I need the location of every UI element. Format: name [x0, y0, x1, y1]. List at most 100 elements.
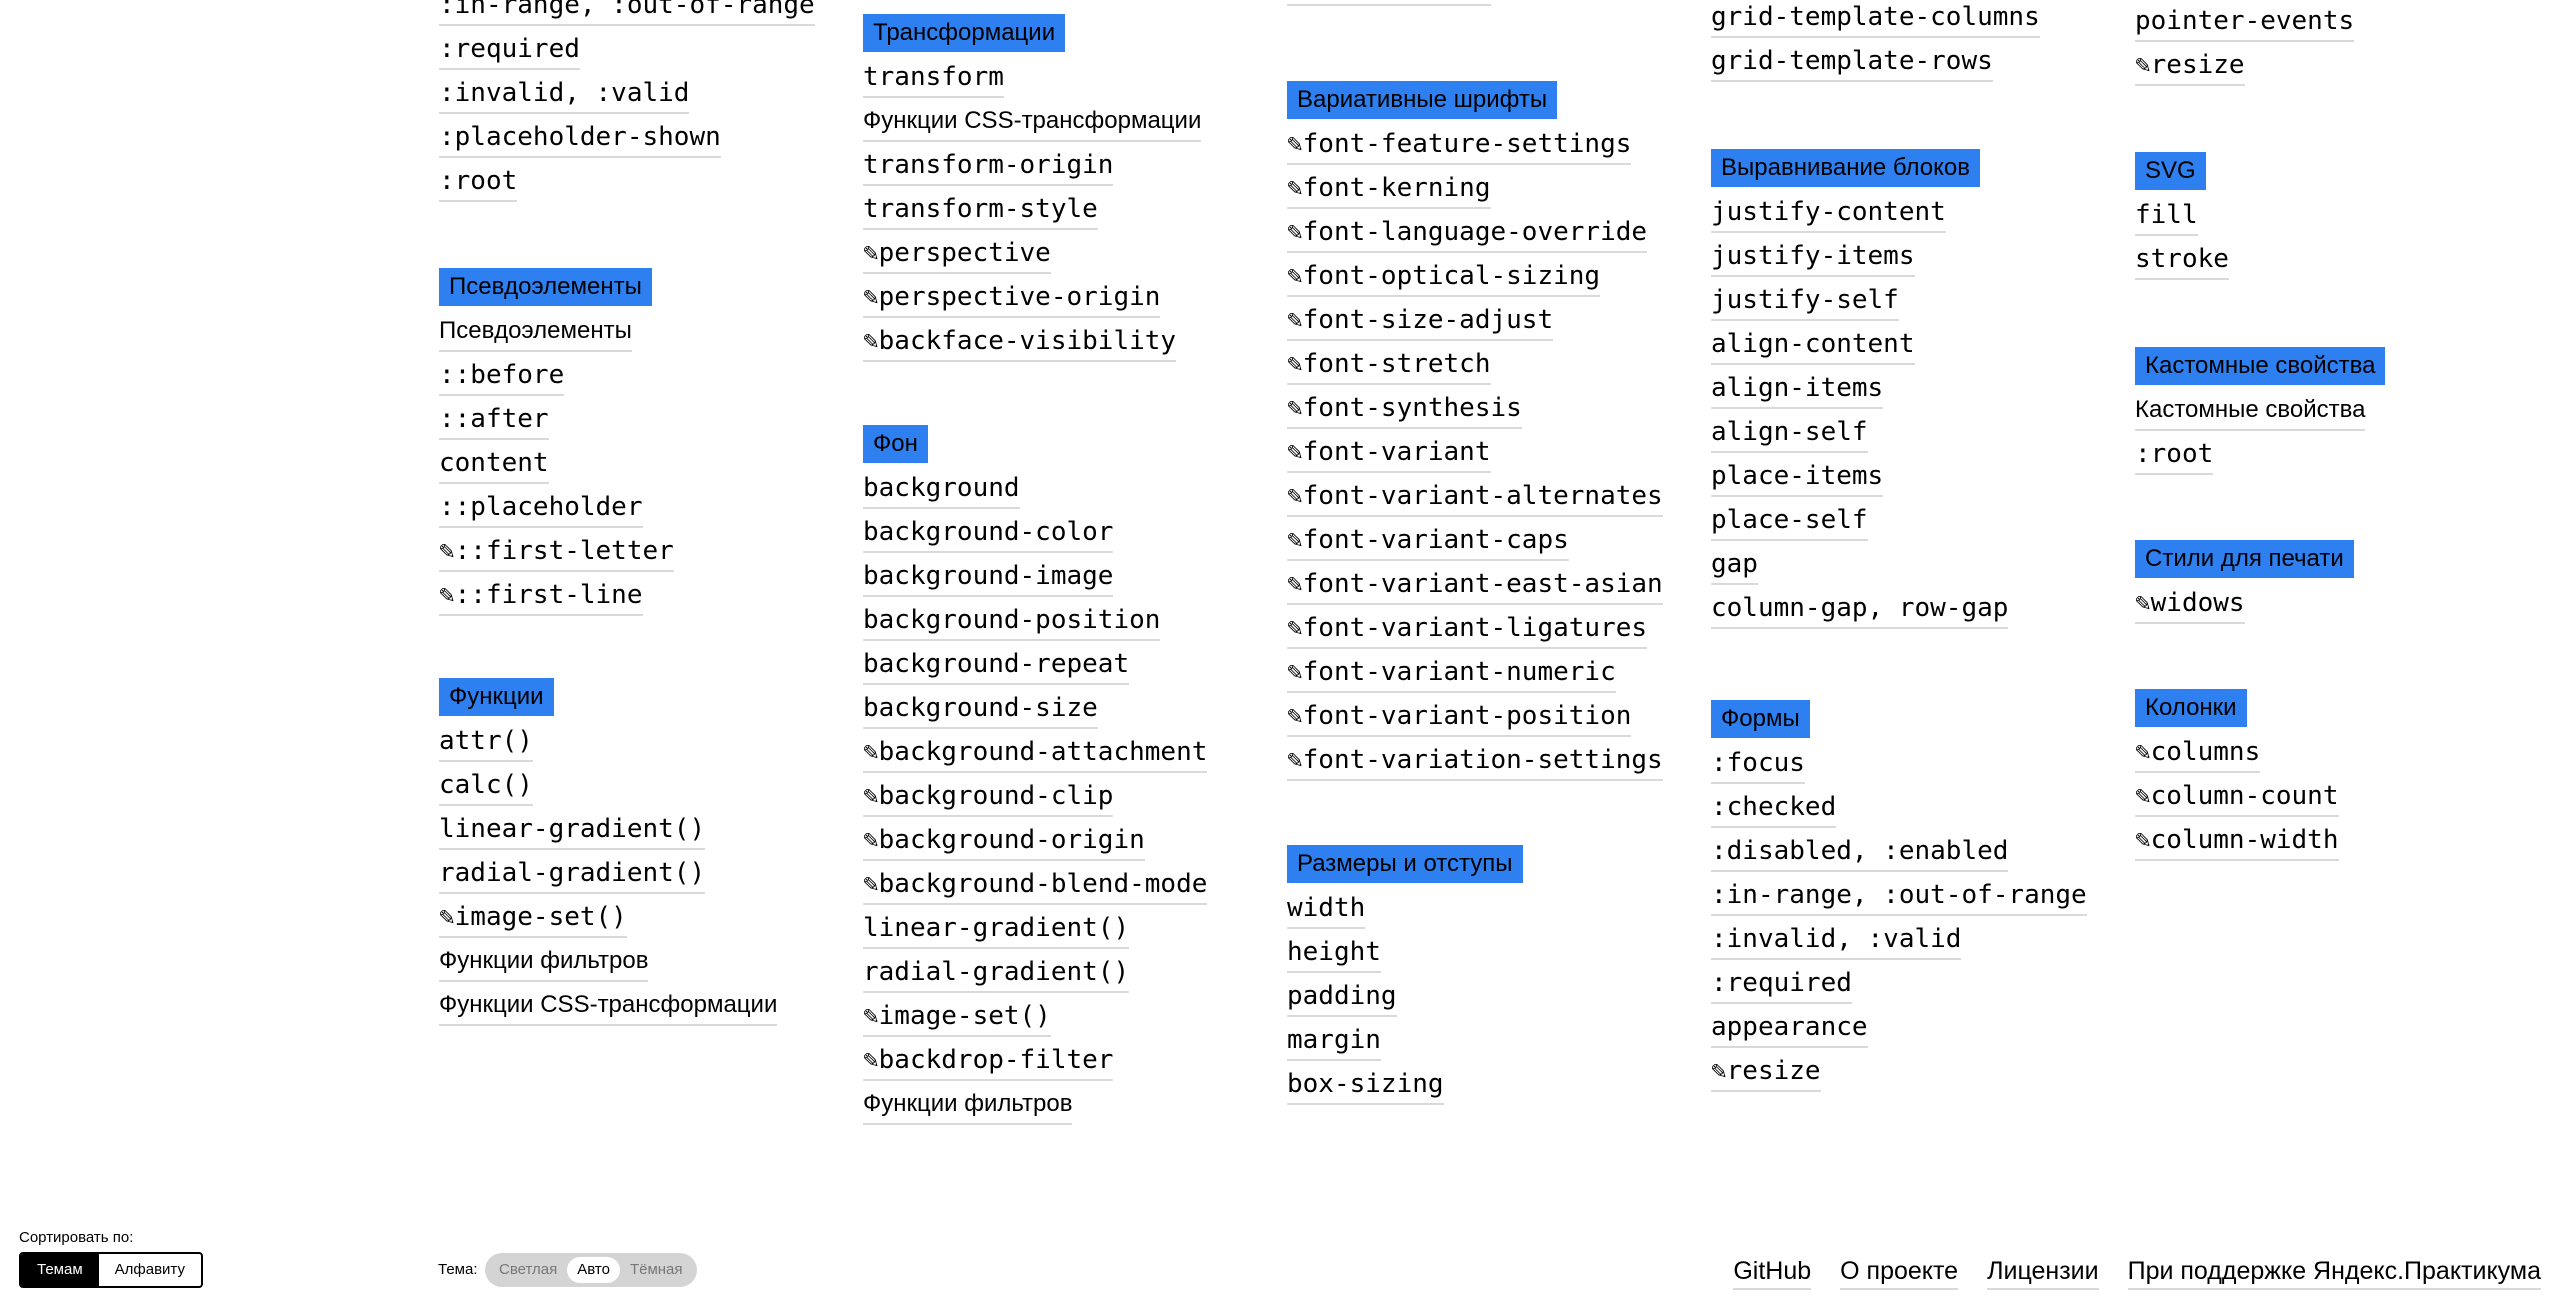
- index-link[interactable]: ✎image-set(): [439, 898, 627, 938]
- index-link[interactable]: ✎font-variant-ligatures: [1287, 609, 1648, 649]
- index-link[interactable]: calc(): [439, 766, 533, 806]
- index-link[interactable]: background: [863, 469, 1020, 509]
- index-link[interactable]: ✎font-synthesis: [1287, 389, 1522, 429]
- index-link[interactable]: column-gap, row-gap: [1711, 589, 2009, 629]
- index-link[interactable]: ✎column-count: [2135, 777, 2339, 817]
- index-link[interactable]: align-content: [1711, 325, 1915, 365]
- index-link[interactable]: align-items: [1711, 369, 1884, 409]
- index-link[interactable]: Псевдоэлементы: [439, 312, 632, 352]
- index-link[interactable]: linear-gradient(): [439, 810, 706, 850]
- index-link[interactable]: ✎font-variant-numeric: [1287, 653, 1616, 693]
- index-link[interactable]: ✎font-kerning: [1287, 169, 1491, 209]
- index-link[interactable]: ✎font-language-override: [1287, 213, 1648, 253]
- index-link[interactable]: ✎background-attachment: [863, 733, 1208, 773]
- index-link[interactable]: radial-gradient(): [439, 854, 706, 894]
- index-link[interactable]: ✎column-width: [2135, 821, 2339, 861]
- theme-light-button[interactable]: Светлая: [489, 1257, 567, 1283]
- index-link[interactable]: place-self: [1711, 501, 1868, 541]
- index-link[interactable]: ✎font-feature-settings: [1287, 125, 1632, 165]
- index-link[interactable]: height: [1287, 933, 1381, 973]
- index-link[interactable]: :required: [1711, 964, 1852, 1004]
- index-link[interactable]: ✎font-variant-caps: [1287, 521, 1569, 561]
- index-link[interactable]: background-color: [863, 513, 1114, 553]
- theme-dark-button[interactable]: Тёмная: [620, 1257, 693, 1283]
- index-link[interactable]: ✎background-origin: [863, 821, 1145, 861]
- index-link[interactable]: ✎font-size-adjust: [1287, 301, 1554, 341]
- index-link[interactable]: :in-range, :out-of-range: [439, 0, 815, 26]
- index-link[interactable]: ✎perspective: [863, 234, 1051, 274]
- index-link[interactable]: ✎background-blend-mode: [863, 865, 1208, 905]
- index-link[interactable]: justify-content: [1711, 193, 1946, 233]
- index-link[interactable]: margin: [1287, 1021, 1381, 1061]
- index-link[interactable]: Кастомные свойства: [2135, 391, 2366, 431]
- index-link[interactable]: background-image: [863, 557, 1114, 597]
- index-link[interactable]: width: [1287, 889, 1366, 929]
- index-link[interactable]: ✎perspective-origin: [863, 278, 1161, 318]
- index-link[interactable]: fill: [2135, 196, 2198, 236]
- index-link[interactable]: appearance: [1711, 1008, 1868, 1048]
- index-link[interactable]: ✎font-variant-position: [1287, 697, 1632, 737]
- index-link[interactable]: transform: [863, 58, 1004, 98]
- footer-link-sponsor[interactable]: При поддержке Яндекс.Практикума: [2127, 1254, 2541, 1290]
- index-link[interactable]: ✎backface-visibility: [863, 322, 1177, 362]
- index-link[interactable]: ✎font-optical-sizing: [1287, 257, 1601, 297]
- index-link[interactable]: ::placeholder: [439, 488, 643, 528]
- index-link[interactable]: Функции фильтров: [863, 1085, 1073, 1125]
- index-link[interactable]: ✎::first-line: [439, 576, 643, 616]
- index-link[interactable]: ✎font-variant-alternates: [1287, 477, 1663, 517]
- index-link[interactable]: ✎resize: [1711, 1052, 1821, 1092]
- index-link[interactable]: transform-origin: [863, 146, 1114, 186]
- index-link[interactable]: ✎font-variant-east-asian: [1287, 565, 1663, 605]
- index-link[interactable]: padding: [1287, 977, 1397, 1017]
- index-link[interactable]: justify-self: [1711, 281, 1899, 321]
- index-link[interactable]: stroke: [2135, 240, 2229, 280]
- index-link[interactable]: ::before: [439, 356, 565, 396]
- index-link[interactable]: background-position: [863, 601, 1161, 641]
- index-link[interactable]: content: [439, 444, 549, 484]
- index-link[interactable]: :invalid, :valid: [1711, 920, 1962, 960]
- footer-link-github[interactable]: GitHub: [1733, 1254, 1812, 1290]
- index-link[interactable]: ✎background-clip: [863, 777, 1114, 817]
- index-link[interactable]: :in-range, :out-of-range: [1711, 876, 2087, 916]
- index-link[interactable]: justify-items: [1711, 237, 1915, 277]
- index-link[interactable]: :root: [2135, 435, 2214, 475]
- index-link[interactable]: Функции CSS-трансформации: [863, 102, 1202, 142]
- index-link[interactable]: Функции CSS-трансформации: [439, 986, 778, 1026]
- index-link[interactable]: ✎font-variant: [1287, 433, 1491, 473]
- index-link[interactable]: ✎::first-letter: [439, 532, 674, 572]
- index-link[interactable]: ✎columns: [2135, 733, 2261, 773]
- footer-link-about[interactable]: О проекте: [1840, 1254, 1959, 1290]
- index-link[interactable]: :invalid, :valid: [439, 74, 690, 114]
- index-link[interactable]: :required: [439, 30, 580, 70]
- sort-by-alphabet-button[interactable]: Алфавиту: [99, 1254, 201, 1286]
- index-link[interactable]: :placeholder-shown: [439, 118, 721, 158]
- index-link[interactable]: box-sizing: [1287, 1065, 1444, 1105]
- theme-auto-button[interactable]: Авто: [567, 1257, 620, 1283]
- index-link[interactable]: align-self: [1711, 413, 1868, 453]
- index-link[interactable]: :root: [439, 162, 518, 202]
- index-link[interactable]: ::after: [439, 400, 549, 440]
- index-link[interactable]: ✎writing-mode: [1287, 0, 1491, 6]
- index-link[interactable]: ✎resize: [2135, 46, 2245, 86]
- index-link[interactable]: ✎font-variation-settings: [1287, 741, 1663, 781]
- index-link[interactable]: Функции фильтров: [439, 942, 649, 982]
- index-link[interactable]: ✎widows: [2135, 584, 2245, 624]
- index-link[interactable]: :focus: [1711, 744, 1805, 784]
- index-link[interactable]: grid-template-columns: [1711, 0, 2040, 38]
- index-link[interactable]: pointer-events: [2135, 2, 2355, 42]
- index-link[interactable]: radial-gradient(): [863, 953, 1130, 993]
- index-link[interactable]: background-size: [863, 689, 1098, 729]
- index-link[interactable]: ✎image-set(): [863, 997, 1051, 1037]
- index-link[interactable]: grid-template-rows: [1711, 42, 1993, 82]
- index-link[interactable]: gap: [1711, 545, 1758, 585]
- index-link[interactable]: :checked: [1711, 788, 1837, 828]
- footer-link-licenses[interactable]: Лицензии: [1987, 1254, 2099, 1290]
- index-link[interactable]: ✎backdrop-filter: [863, 1041, 1114, 1081]
- index-link[interactable]: :disabled, :enabled: [1711, 832, 2009, 872]
- index-link[interactable]: ✎font-stretch: [1287, 345, 1491, 385]
- index-link[interactable]: place-items: [1711, 457, 1884, 497]
- index-link[interactable]: background-repeat: [863, 645, 1130, 685]
- index-link[interactable]: transform-style: [863, 190, 1098, 230]
- sort-by-topics-button[interactable]: Темам: [21, 1254, 99, 1286]
- index-link[interactable]: linear-gradient(): [863, 909, 1130, 949]
